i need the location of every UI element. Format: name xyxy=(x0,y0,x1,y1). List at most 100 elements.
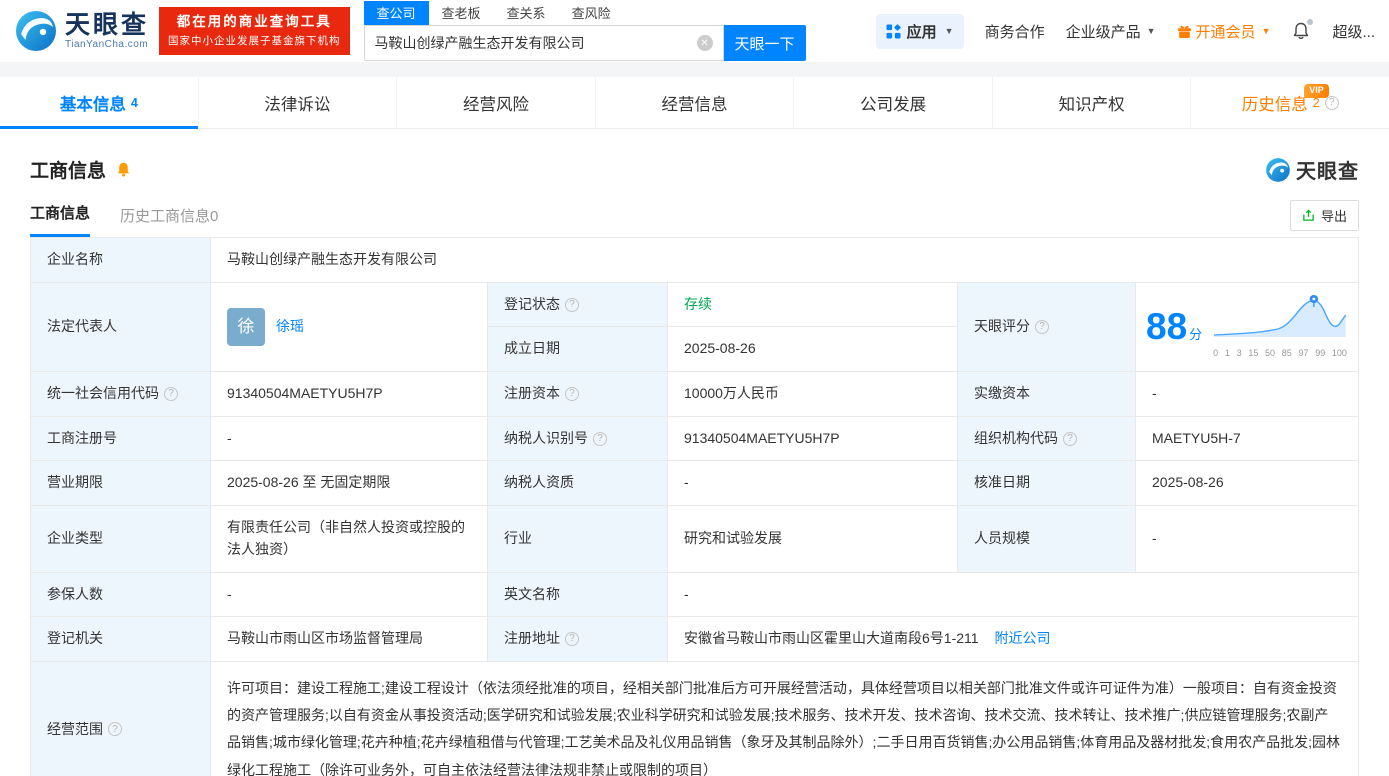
value-company-type: 有限责任公司（非自然人投资或控股的法人独资） xyxy=(210,505,488,573)
tianyancha-logo-icon xyxy=(16,11,56,51)
label-reg-capital: 注册资本? xyxy=(487,371,668,417)
help-icon[interactable]: ? xyxy=(593,431,607,446)
section-header: 工商信息 天眼查 xyxy=(30,155,1359,184)
monitor-bell-icon[interactable] xyxy=(115,161,132,178)
tab-operation-info[interactable]: 经营信息 xyxy=(594,77,794,128)
table-row: 企业名称 马鞍山创绿产融生态开发有限公司 xyxy=(30,237,1359,283)
page-divider xyxy=(0,62,1389,77)
label-staff-size: 人员规模 xyxy=(957,505,1136,573)
legal-rep-link[interactable]: 徐瑶 xyxy=(276,316,304,338)
promo-banner: 都在用的商业查询工具 国家中小企业发展子基金旗下机构 xyxy=(159,7,350,55)
label-business-scope: 经营范围? xyxy=(30,660,211,776)
value-reg-authority: 马鞍山市雨山区市场监督管理局 xyxy=(210,616,488,662)
chevron-down-icon: ▼ xyxy=(1261,26,1271,36)
search-input[interactable] xyxy=(374,35,697,51)
value-credit-code: 91340504MAETYU5H7P xyxy=(210,371,488,417)
search-tab-risk[interactable]: 查风险 xyxy=(559,1,624,25)
menu-enterprise[interactable]: 企业级产品 ▼ xyxy=(1066,21,1156,42)
subtab-history-business-info[interactable]: 历史工商信息0 xyxy=(120,205,218,237)
menu-super-vip[interactable]: 超级... xyxy=(1332,21,1375,42)
value-establish-date: 2025-08-26 xyxy=(667,326,958,373)
label-approval-date: 核准日期 xyxy=(957,460,1136,507)
table-row: 统一社会信用代码? 91340504MAETYU5H7P 注册资本? 10000… xyxy=(30,371,1359,417)
label-org-code: 组织机构代码? xyxy=(957,415,1136,462)
nearby-companies-link[interactable]: 附近公司 xyxy=(994,630,1050,646)
menu-cooperation[interactable]: 商务合作 xyxy=(985,21,1045,42)
tab-count: 4 xyxy=(130,95,138,110)
search-box: ✕ 天眼一下 xyxy=(363,25,806,61)
notification-dot xyxy=(1307,19,1314,25)
value-org-code: MAETYU5H-7 xyxy=(1135,415,1359,462)
tab-company-development[interactable]: 公司发展 xyxy=(793,77,992,128)
menu-open-vip[interactable]: 开通会员 ▼ xyxy=(1177,21,1271,42)
header-menu: 应用 ▼ 商务合作 企业级产品 ▼ 开通会员 ▼ 超级... xyxy=(875,13,1375,49)
label-company-name: 企业名称 xyxy=(30,237,211,283)
value-industry: 研究和试验发展 xyxy=(667,505,958,573)
tab-basic-info[interactable]: 基本信息 4 xyxy=(0,77,198,129)
value-company-name: 马鞍山创绿产融生态开发有限公司 xyxy=(210,237,1359,283)
help-icon[interactable]: ? xyxy=(565,386,579,401)
help-icon[interactable]: ? xyxy=(565,632,579,647)
label-reg-status: 登记状态? xyxy=(487,281,668,328)
tab-history-info[interactable]: 历史信息 2 ? VIP xyxy=(1190,77,1389,128)
top-header: 天眼查 TianYanCha.com 都在用的商业查询工具 国家中小企业发展子基… xyxy=(0,0,1389,62)
export-button[interactable]: 导出 xyxy=(1289,200,1359,231)
help-icon[interactable]: ? xyxy=(108,722,122,737)
score-axis: 0 1 3 15 50 85 97 99 100 xyxy=(1213,347,1347,358)
help-icon[interactable]: ? xyxy=(565,297,579,312)
table-row: 参保人数 - 英文名称 - xyxy=(30,571,1359,618)
search-tab-boss[interactable]: 查老板 xyxy=(429,1,494,25)
watermark-brand: 天眼查 xyxy=(1265,155,1359,184)
table-row: 工商注册号 - 纳税人识别号? 91340504MAETYU5H7P 组织机构代… xyxy=(30,415,1359,462)
notification-bell[interactable] xyxy=(1291,19,1314,41)
chevron-down-icon: ▼ xyxy=(944,26,954,36)
clear-icon[interactable]: ✕ xyxy=(696,35,713,51)
export-icon xyxy=(1303,209,1314,221)
label-taxpayer-id: 纳税人识别号? xyxy=(487,415,668,462)
label-score: 天眼评分? xyxy=(957,281,1136,373)
business-info-table: 企业名称 马鞍山创绿产融生态开发有限公司 法定代表人 徐 徐瑶 登记状态? 存续… xyxy=(30,237,1359,776)
value-taxpayer-quality: - xyxy=(667,460,958,507)
search-area: 查公司 查老板 查关系 查风险 ✕ 天眼一下 xyxy=(363,1,806,61)
apps-menu-button[interactable]: 应用 ▼ xyxy=(875,13,964,49)
value-insured-count: - xyxy=(210,571,488,618)
help-icon[interactable]: ? xyxy=(1063,431,1077,446)
status-badge: 存续 xyxy=(684,295,712,312)
help-icon[interactable]: ? xyxy=(1035,319,1049,334)
value-reg-capital: 10000万人民币 xyxy=(667,371,958,417)
tab-operation-risk[interactable]: 经营风险 xyxy=(396,77,595,128)
help-icon[interactable]: ? xyxy=(1324,95,1339,110)
label-credit-code: 统一社会信用代码? xyxy=(30,371,211,417)
label-reg-number: 工商注册号 xyxy=(30,415,211,462)
company-nav-tabs: 基本信息 4 法律诉讼 经营风险 经营信息 公司发展 知识产权 历史信息 2 ?… xyxy=(0,77,1389,129)
section-title: 工商信息 xyxy=(30,161,107,182)
score-distribution-chart: 0 1 3 15 50 85 97 99 100 xyxy=(1212,293,1348,361)
search-tab-relation[interactable]: 查关系 xyxy=(494,1,559,25)
search-button[interactable]: 天眼一下 xyxy=(723,25,806,61)
label-industry: 行业 xyxy=(487,505,668,573)
tianyancha-logo[interactable]: 天眼查 TianYanCha.com xyxy=(14,9,149,53)
table-row: 企业类型 有限责任公司（非自然人投资或控股的法人独资） 行业 研究和试验发展 人… xyxy=(30,505,1359,573)
search-tab-company[interactable]: 查公司 xyxy=(363,1,429,25)
promo-line2: 国家中小企业发展子基金旗下机构 xyxy=(168,35,341,48)
table-row: 法定代表人 徐 徐瑶 登记状态? 存续 天眼评分? 88 分 0 1 3 15 … xyxy=(30,281,1359,373)
table-row: 营业期限 2025-08-26 至 无固定期限 纳税人资质 - 核准日期 202… xyxy=(30,460,1359,507)
logo-domain: TianYanCha.com xyxy=(65,39,149,51)
subtab-business-info[interactable]: 工商信息 xyxy=(30,202,91,237)
help-icon[interactable]: ? xyxy=(164,386,178,401)
value-paid-capital: - xyxy=(1135,371,1359,417)
avatar[interactable]: 徐 xyxy=(227,307,265,346)
label-insured-count: 参保人数 xyxy=(30,571,211,618)
value-business-scope: 许可项目：建设工程施工;建设工程设计（依法须经批准的项目，经相关部门批准后方可开… xyxy=(210,660,1359,776)
tab-intellectual-property[interactable]: 知识产权 xyxy=(991,77,1191,128)
tab-legal-litigation[interactable]: 法律诉讼 xyxy=(197,77,397,128)
value-legal-rep: 徐 徐瑶 xyxy=(210,281,488,373)
score-cell[interactable]: 88 分 0 1 3 15 50 85 97 99 100 xyxy=(1135,281,1359,373)
promo-line1: 都在用的商业查询工具 xyxy=(176,14,332,30)
table-row: 经营范围? 许可项目：建设工程施工;建设工程设计（依法须经批准的项目，经相关部门… xyxy=(30,660,1359,776)
label-legal-rep: 法定代表人 xyxy=(30,281,211,373)
score-value: 88 xyxy=(1146,306,1188,348)
value-reg-address: 安徽省马鞍山市雨山区霍里山大道南段6号1-211 附近公司 xyxy=(667,616,1359,662)
chevron-down-icon: ▼ xyxy=(1146,26,1156,36)
tianyancha-brand-icon xyxy=(1266,157,1290,182)
